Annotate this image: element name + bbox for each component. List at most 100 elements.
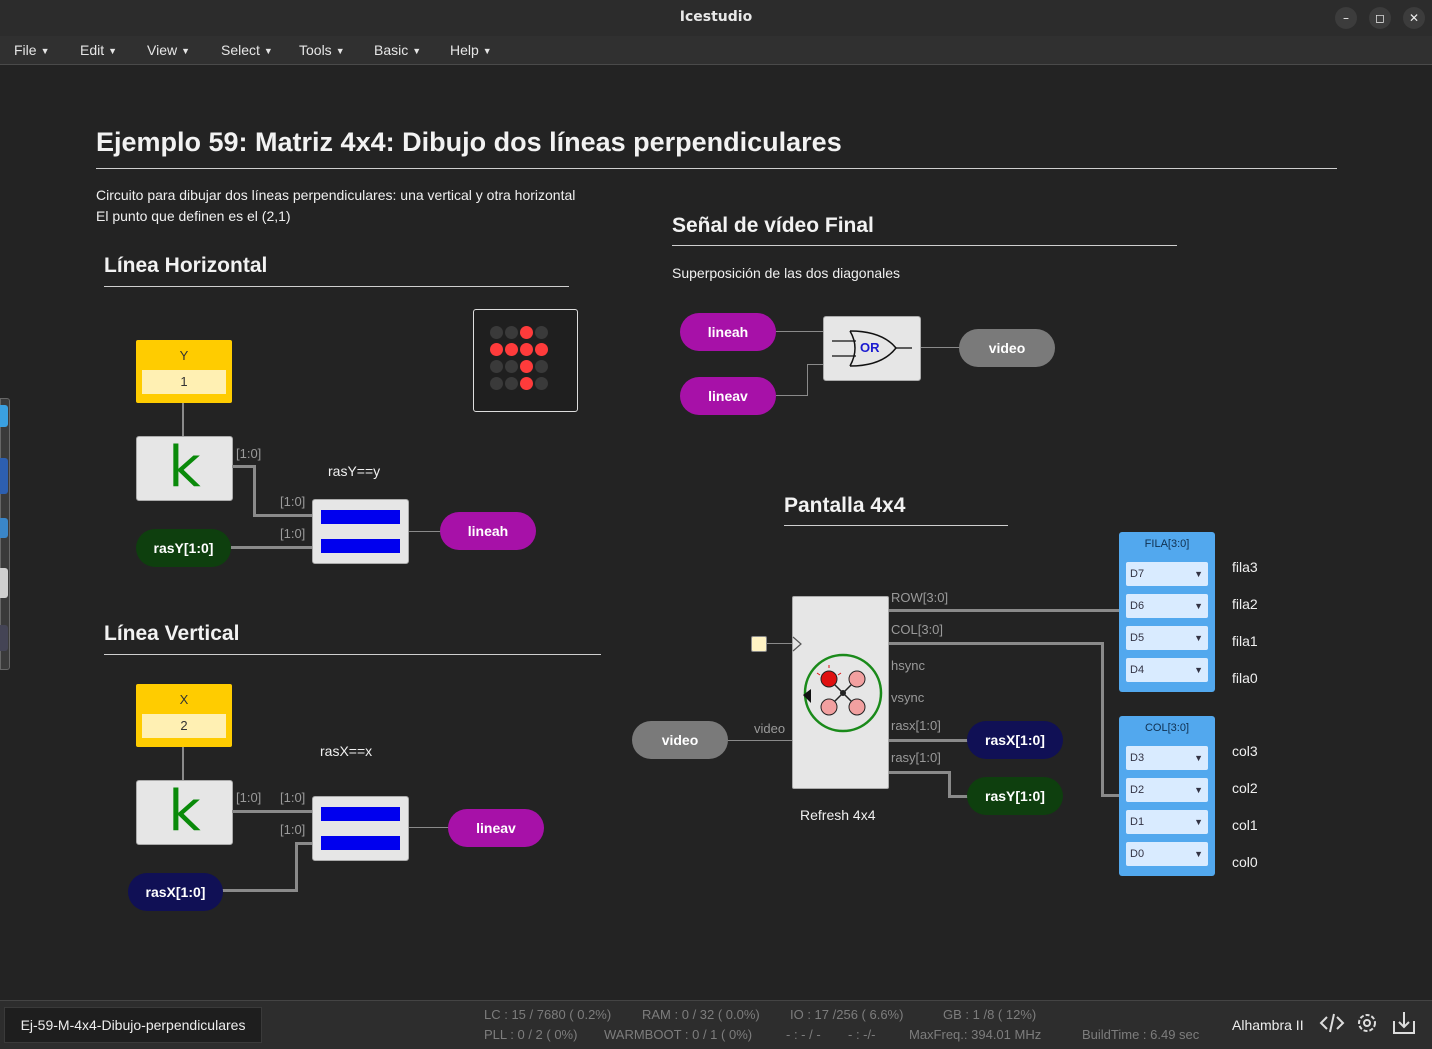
pin-select[interactable]: D5 ▼ <box>1126 626 1208 650</box>
output-label-rasX[interactable]: rasX[1:0] <box>967 721 1063 759</box>
wire-width-label: [1:0] <box>280 494 306 509</box>
design-canvas[interactable]: Ejemplo 59: Matriz 4x4: Dibujo dos línea… <box>0 65 1432 1000</box>
bus-wire-col <box>888 642 1104 645</box>
k-constant-block[interactable]: k <box>136 779 233 845</box>
minimize-button[interactable]: – <box>1335 7 1357 29</box>
led-off <box>505 326 518 339</box>
menu-basic[interactable]: Basic ▼ <box>374 42 421 58</box>
board-selector[interactable]: Alhambra II <box>1232 1017 1304 1033</box>
caret-down-icon: ▼ <box>335 46 345 56</box>
pin-label: col1 <box>1232 817 1258 833</box>
input-label-video[interactable]: video <box>632 721 728 759</box>
output-port-col[interactable]: COL[3:0] D3 ▼ D2 ▼ D1 ▼ D0 ▼ <box>1119 716 1215 876</box>
window-title: Icestudio <box>679 9 753 25</box>
or-gate-block[interactable]: OR <box>823 316 921 381</box>
equality-comparator-block[interactable] <box>312 499 409 564</box>
equality-comparator-block[interactable] <box>312 796 409 861</box>
port-label: COL[3:0] <box>891 622 944 637</box>
output-label-lineav[interactable]: lineav <box>448 809 544 847</box>
code-icon[interactable] <box>1318 1009 1346 1037</box>
wire-width-label: [1:0] <box>280 822 306 837</box>
page-title: Ejemplo 59: Matriz 4x4: Dibujo dos línea… <box>96 127 842 157</box>
stat-buildtime: BuildTime : 6.49 sec <box>1082 1027 1200 1042</box>
led-off <box>490 377 503 390</box>
input-label-rasY[interactable]: rasY[1:0] <box>136 529 231 567</box>
input-label-lineav[interactable]: lineav <box>680 377 776 415</box>
close-button[interactable]: ✕ <box>1403 7 1425 29</box>
led-matrix-preview[interactable] <box>473 309 578 412</box>
pin-label: fila0 <box>1232 670 1258 686</box>
wire <box>807 364 808 396</box>
final-description: Superposición de las dos diagonales <box>672 265 901 281</box>
wire <box>222 889 298 892</box>
wire <box>182 403 184 436</box>
output-label-lineah[interactable]: lineah <box>440 512 536 550</box>
port-label: hsync <box>891 658 925 673</box>
port-label: rasy[1:0] <box>891 750 941 765</box>
stat-io: IO : 17 /256 ( 6.6%) <box>790 1007 904 1022</box>
port-label: rasx[1:0] <box>891 718 941 733</box>
menu-edit[interactable]: Edit ▼ <box>80 42 117 58</box>
heading-rule <box>104 654 601 655</box>
upload-icon[interactable] <box>1390 1009 1418 1037</box>
dropdown-arrow-icon: ▼ <box>1194 569 1203 579</box>
wire-width-label: [1:0] <box>236 446 262 461</box>
bus-wire-rasy <box>948 795 968 798</box>
stat-gb: GB : 1 /8 ( 12%) <box>943 1007 1037 1022</box>
menu-file[interactable]: File ▼ <box>14 42 49 58</box>
output-label-rasY[interactable]: rasY[1:0] <box>967 777 1063 815</box>
input-label-lineah[interactable]: lineah <box>680 313 776 351</box>
wire <box>253 465 256 517</box>
stat-pll: PLL : 0 / 2 ( 0%) <box>484 1027 578 1042</box>
caret-down-icon: ▼ <box>412 46 422 56</box>
project-filename[interactable]: Ej-59-M-4x4-Dibujo-perpendiculares <box>4 1007 262 1043</box>
led-on <box>520 377 533 390</box>
input-label-rasX[interactable]: rasX[1:0] <box>128 873 223 911</box>
heading-pantalla: Pantalla 4x4 <box>784 494 906 517</box>
clock-input[interactable] <box>751 636 767 652</box>
pin-select[interactable]: D0 ▼ <box>1126 842 1208 866</box>
title-rule <box>96 168 1337 169</box>
k-constant-block[interactable]: k <box>136 435 233 501</box>
output-label-video[interactable]: video <box>959 329 1055 367</box>
menu-tools[interactable]: Tools ▼ <box>299 42 345 58</box>
caret-down-icon: ▼ <box>263 46 273 56</box>
caret-down-icon: ▼ <box>482 46 492 56</box>
menu-help[interactable]: Help ▼ <box>450 42 492 58</box>
build-gear-icon[interactable] <box>1353 1009 1381 1037</box>
pin-select[interactable]: D3 ▼ <box>1126 746 1208 770</box>
constant-x-block[interactable]: X 2 <box>136 684 232 747</box>
pin-select[interactable]: D7 ▼ <box>1126 562 1208 586</box>
constant-value-field[interactable]: 1 <box>142 370 226 394</box>
bus-wire-col <box>1101 794 1119 797</box>
description-line2: El punto que definen es el (2,1) <box>96 208 291 224</box>
port-label: vsync <box>891 690 925 705</box>
wire <box>408 827 449 828</box>
wire <box>776 331 824 332</box>
wire <box>727 740 792 741</box>
stat-maxfreq: MaxFreq.: 394.01 MHz <box>909 1027 1042 1042</box>
pin-select[interactable]: D6 ▼ <box>1126 594 1208 618</box>
led-on <box>520 360 533 373</box>
bus-wire-row <box>888 609 1119 612</box>
output-port-fila[interactable]: FILA[3:0] D7 ▼ D6 ▼ D5 ▼ D4 ▼ <box>1119 532 1215 692</box>
heading-rule <box>784 525 1008 526</box>
pin-select[interactable]: D1 ▼ <box>1126 810 1208 834</box>
menu-view[interactable]: View ▼ <box>147 42 190 58</box>
caret-down-icon: ▼ <box>108 46 118 56</box>
maximize-button[interactable]: ◻ <box>1369 7 1391 29</box>
pin-select[interactable]: D2 ▼ <box>1126 778 1208 802</box>
port-name: COL[3:0] <box>1144 722 1190 734</box>
bus-wire-col <box>1101 642 1104 796</box>
menu-select[interactable]: Select ▼ <box>221 42 273 58</box>
equals-icon-bar <box>321 807 400 821</box>
pin-select[interactable]: D4 ▼ <box>1126 658 1208 682</box>
constant-name: Y <box>179 348 189 363</box>
constant-y-block[interactable]: Y 1 <box>136 340 232 403</box>
refresh-block-label: Refresh 4x4 <box>800 807 876 823</box>
constant-value-field[interactable]: 2 <box>142 714 226 738</box>
bus-wire-rasy <box>888 771 951 774</box>
refresh-4x4-block[interactable] <box>792 596 889 789</box>
caret-down-icon: ▼ <box>181 46 191 56</box>
wire <box>295 842 313 845</box>
